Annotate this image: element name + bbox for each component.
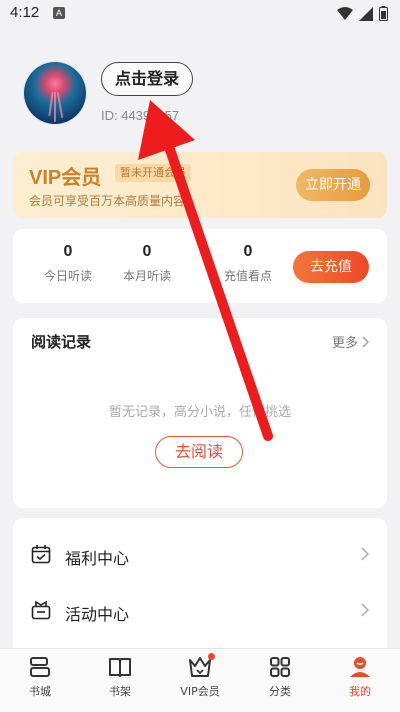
avatar[interactable]	[24, 62, 86, 124]
gift-box-icon	[31, 600, 51, 620]
bookstore-icon	[30, 657, 50, 677]
menu-item-welfare[interactable]: 福利中心	[13, 528, 387, 582]
profile-icon	[350, 657, 370, 677]
vip-subtitle: 会员可享受百万本高质量内容	[29, 194, 186, 208]
tab-label: VIP会员	[180, 685, 220, 698]
avatar-decoration	[54, 92, 56, 122]
avatar-decoration	[48, 91, 54, 117]
grid-icon	[270, 657, 290, 677]
empty-history-text: 暂无记录，高分小说，任你挑选	[108, 405, 291, 420]
stat-today[interactable]: 0 今日听读	[23, 243, 113, 284]
status-icons	[337, 6, 388, 21]
reading-history-card: 阅读记录 更多 暂无记录，高分小说，任你挑选 去阅读	[13, 318, 387, 508]
chevron-right-icon	[361, 603, 369, 617]
tab-bookstore[interactable]: 书城	[0, 655, 80, 699]
signal-icon	[359, 6, 373, 21]
tab-mine[interactable]: 我的	[320, 655, 400, 699]
menu-item-label: 福利中心	[65, 549, 130, 568]
tab-vip[interactable]: VIP会员	[160, 653, 240, 699]
tab-label: 书城	[29, 685, 51, 698]
tab-label: 分类	[269, 685, 291, 698]
stat-label: 充值看点	[223, 269, 272, 283]
status-bar: 4:12 A	[0, 0, 400, 28]
stat-value: 0	[243, 243, 253, 260]
calendar-check-icon	[31, 545, 51, 564]
chevron-right-icon	[362, 336, 369, 347]
tab-bookshelf[interactable]: 书架	[80, 655, 160, 699]
vip-status-badge: 暂未开通会员	[115, 164, 191, 182]
stat-value: 0	[63, 243, 73, 260]
vip-card[interactable]: VIP会员 暂未开通会员 会员可享受百万本高质量内容 立即开通	[13, 152, 387, 218]
stat-label: 本月听读	[122, 269, 171, 283]
wifi-icon	[337, 6, 353, 20]
menu-card: 福利中心 活动中心	[13, 518, 387, 668]
stat-month[interactable]: 0 本月听读	[102, 243, 192, 284]
reading-history-title: 阅读记录	[31, 333, 92, 351]
vip-open-button[interactable]: 立即开通	[296, 169, 370, 201]
notification-icon: A	[53, 7, 65, 19]
stat-label: 今日听读	[43, 269, 92, 283]
stats-card: 0 今日听读 0 本月听读 0 充值看点 去充值	[13, 229, 387, 303]
chevron-right-icon	[361, 547, 369, 561]
bottom-tab-bar: 书城 书架 VIP会员 分类 我的	[0, 648, 400, 712]
tab-label: 我的	[349, 685, 371, 698]
menu-item-activity[interactable]: 活动中心	[13, 584, 387, 638]
stat-value: 0	[142, 243, 152, 260]
avatar-decoration	[56, 92, 64, 118]
tab-label: 书架	[109, 685, 131, 698]
go-read-button[interactable]: 去阅读	[155, 436, 243, 468]
notification-dot	[208, 653, 215, 660]
menu-item-label: 活动中心	[65, 605, 130, 624]
battery-icon	[379, 6, 388, 21]
status-time: 4:12	[10, 4, 40, 21]
bookshelf-icon	[109, 658, 131, 677]
tab-category[interactable]: 分类	[240, 655, 320, 699]
user-id: ID: 44390957	[101, 108, 180, 123]
more-link[interactable]: 更多	[332, 332, 369, 351]
vip-title: VIP会员	[29, 167, 102, 189]
more-label: 更多	[331, 336, 358, 351]
login-button[interactable]: 点击登录	[101, 62, 193, 96]
recharge-button[interactable]: 去充值	[293, 251, 369, 283]
stat-points[interactable]: 0 充值看点	[203, 243, 293, 284]
